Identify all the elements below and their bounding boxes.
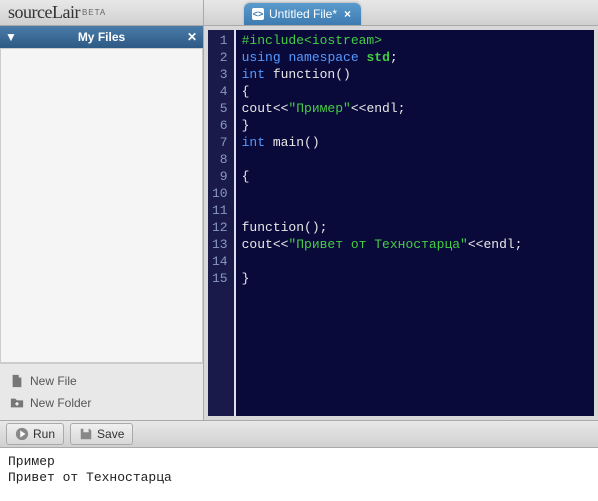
file-icon: <> <box>252 8 264 20</box>
run-button[interactable]: Run <box>6 423 64 445</box>
code-editor[interactable]: 123456789101112131415 #include<iostream>… <box>208 30 594 416</box>
left-panel: sourceLair BETA ▼ My Files ✕ New File Ne… <box>0 0 204 420</box>
file-tree[interactable] <box>0 48 203 363</box>
close-icon[interactable]: ✕ <box>181 30 203 44</box>
line-gutter: 123456789101112131415 <box>208 30 236 416</box>
run-label: Run <box>33 427 55 441</box>
toolbar: Run Save <box>0 420 598 448</box>
save-icon <box>79 427 93 441</box>
logo: sourceLair <box>8 2 80 23</box>
sidebar-header: ▼ My Files ✕ <box>0 26 203 48</box>
new-file-button[interactable]: New File <box>10 370 193 392</box>
code-content[interactable]: #include<iostream>using namespace std;in… <box>236 30 529 416</box>
tab-untitled[interactable]: <> Untitled File* × <box>244 3 361 25</box>
collapse-icon[interactable]: ▼ <box>0 30 22 44</box>
play-icon <box>15 427 29 441</box>
editor-container: 123456789101112131415 #include<iostream>… <box>204 26 598 420</box>
tab-bar: <> Untitled File* × <box>204 0 598 26</box>
editor-panel: <> Untitled File* × 12345678910111213141… <box>204 0 598 420</box>
new-folder-icon <box>10 396 24 410</box>
new-folder-label: New Folder <box>30 396 91 410</box>
beta-badge: BETA <box>82 8 106 17</box>
save-label: Save <box>97 427 124 441</box>
new-file-label: New File <box>30 374 77 388</box>
save-button[interactable]: Save <box>70 423 133 445</box>
logo-bar: sourceLair BETA <box>0 0 203 26</box>
main-area: sourceLair BETA ▼ My Files ✕ New File Ne… <box>0 0 598 420</box>
tab-label: Untitled File* <box>269 7 337 21</box>
new-file-icon <box>10 374 24 388</box>
sidebar-actions: New File New Folder <box>0 363 203 420</box>
sidebar-title: My Files <box>22 30 181 44</box>
new-folder-button[interactable]: New Folder <box>10 392 193 414</box>
close-icon[interactable]: × <box>342 7 353 21</box>
output-console[interactable]: Пример Привет от Техностарца <box>0 448 598 501</box>
